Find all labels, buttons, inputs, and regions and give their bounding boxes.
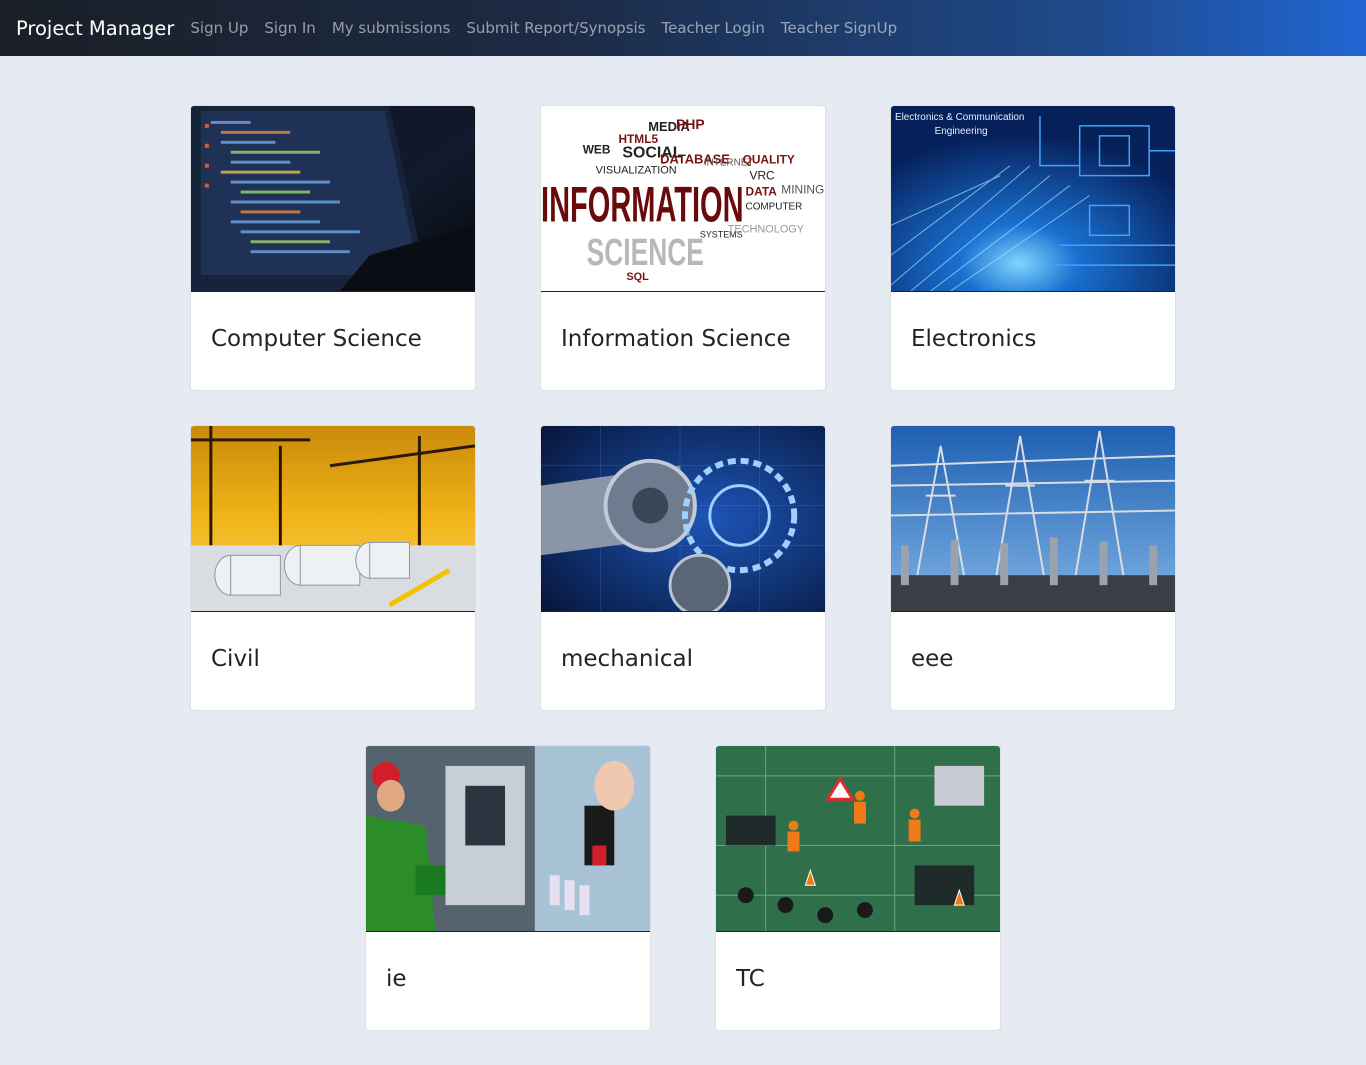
card-title: Computer Science <box>211 326 422 352</box>
svg-text:PHP: PHP <box>676 116 705 132</box>
civil-image <box>191 426 475 612</box>
department-card-electronics[interactable]: Electronics & Communication Engineering … <box>890 105 1176 391</box>
mechanical-image <box>541 426 825 612</box>
department-card-tc[interactable]: TC <box>715 745 1001 1031</box>
card-title: Electronics <box>911 326 1037 352</box>
svg-text:Engineering: Engineering <box>935 126 988 137</box>
department-card-ie[interactable]: ie <box>365 745 651 1031</box>
svg-text:COMPUTER: COMPUTER <box>746 201 803 212</box>
navbar: Project Manager Sign Up Sign In My submi… <box>0 0 1366 56</box>
card-title: Information Science <box>561 326 791 352</box>
svg-text:TECHNOLOGY: TECHNOLOGY <box>728 223 805 235</box>
svg-text:MINING: MINING <box>781 183 824 197</box>
department-card-civil[interactable]: Civil <box>190 425 476 711</box>
information-science-image: MEDIA PHP HTML5 WEB SOCIAL DATABASE INTE… <box>541 106 825 292</box>
svg-text:INFORMATION: INFORMATION <box>541 176 744 232</box>
card-title: mechanical <box>561 646 693 672</box>
svg-text:DATA: DATA <box>746 185 778 199</box>
card-title: ie <box>386 966 407 992</box>
card-title: TC <box>736 966 765 992</box>
department-card-eee[interactable]: eee <box>890 425 1176 711</box>
svg-text:SQL: SQL <box>626 271 649 283</box>
nav-link-teacher-signup[interactable]: Teacher SignUp <box>773 19 905 37</box>
card-title: Civil <box>211 646 260 672</box>
nav-link-teacher-login[interactable]: Teacher Login <box>654 19 773 37</box>
card-title: eee <box>911 646 954 672</box>
department-card-computer-science[interactable]: Computer Science <box>190 105 476 391</box>
electronics-image: Electronics & Communication Engineering <box>891 106 1175 292</box>
nav-link-submit-report[interactable]: Submit Report/Synopsis <box>458 19 653 37</box>
brand-link[interactable]: Project Manager <box>16 17 174 40</box>
department-card-mechanical[interactable]: mechanical <box>540 425 826 711</box>
svg-text:VISUALIZATION: VISUALIZATION <box>596 165 677 177</box>
svg-text:Electronics & Communication: Electronics & Communication <box>895 112 1024 123</box>
nav-link-sign-in[interactable]: Sign In <box>256 19 323 37</box>
tc-image <box>716 746 1000 932</box>
nav-link-my-submissions[interactable]: My submissions <box>324 19 459 37</box>
svg-text:VRC: VRC <box>750 169 776 183</box>
eee-image <box>891 426 1175 612</box>
svg-text:WEB: WEB <box>583 143 611 157</box>
computer-science-image <box>191 106 475 292</box>
nav-link-sign-up[interactable]: Sign Up <box>182 19 256 37</box>
svg-text:SCIENCE: SCIENCE <box>587 232 704 274</box>
department-card-information-science[interactable]: MEDIA PHP HTML5 WEB SOCIAL DATABASE INTE… <box>540 105 826 391</box>
svg-text:HTML5: HTML5 <box>618 132 658 146</box>
ie-image <box>366 746 650 932</box>
svg-text:QUALITY: QUALITY <box>743 153 795 167</box>
